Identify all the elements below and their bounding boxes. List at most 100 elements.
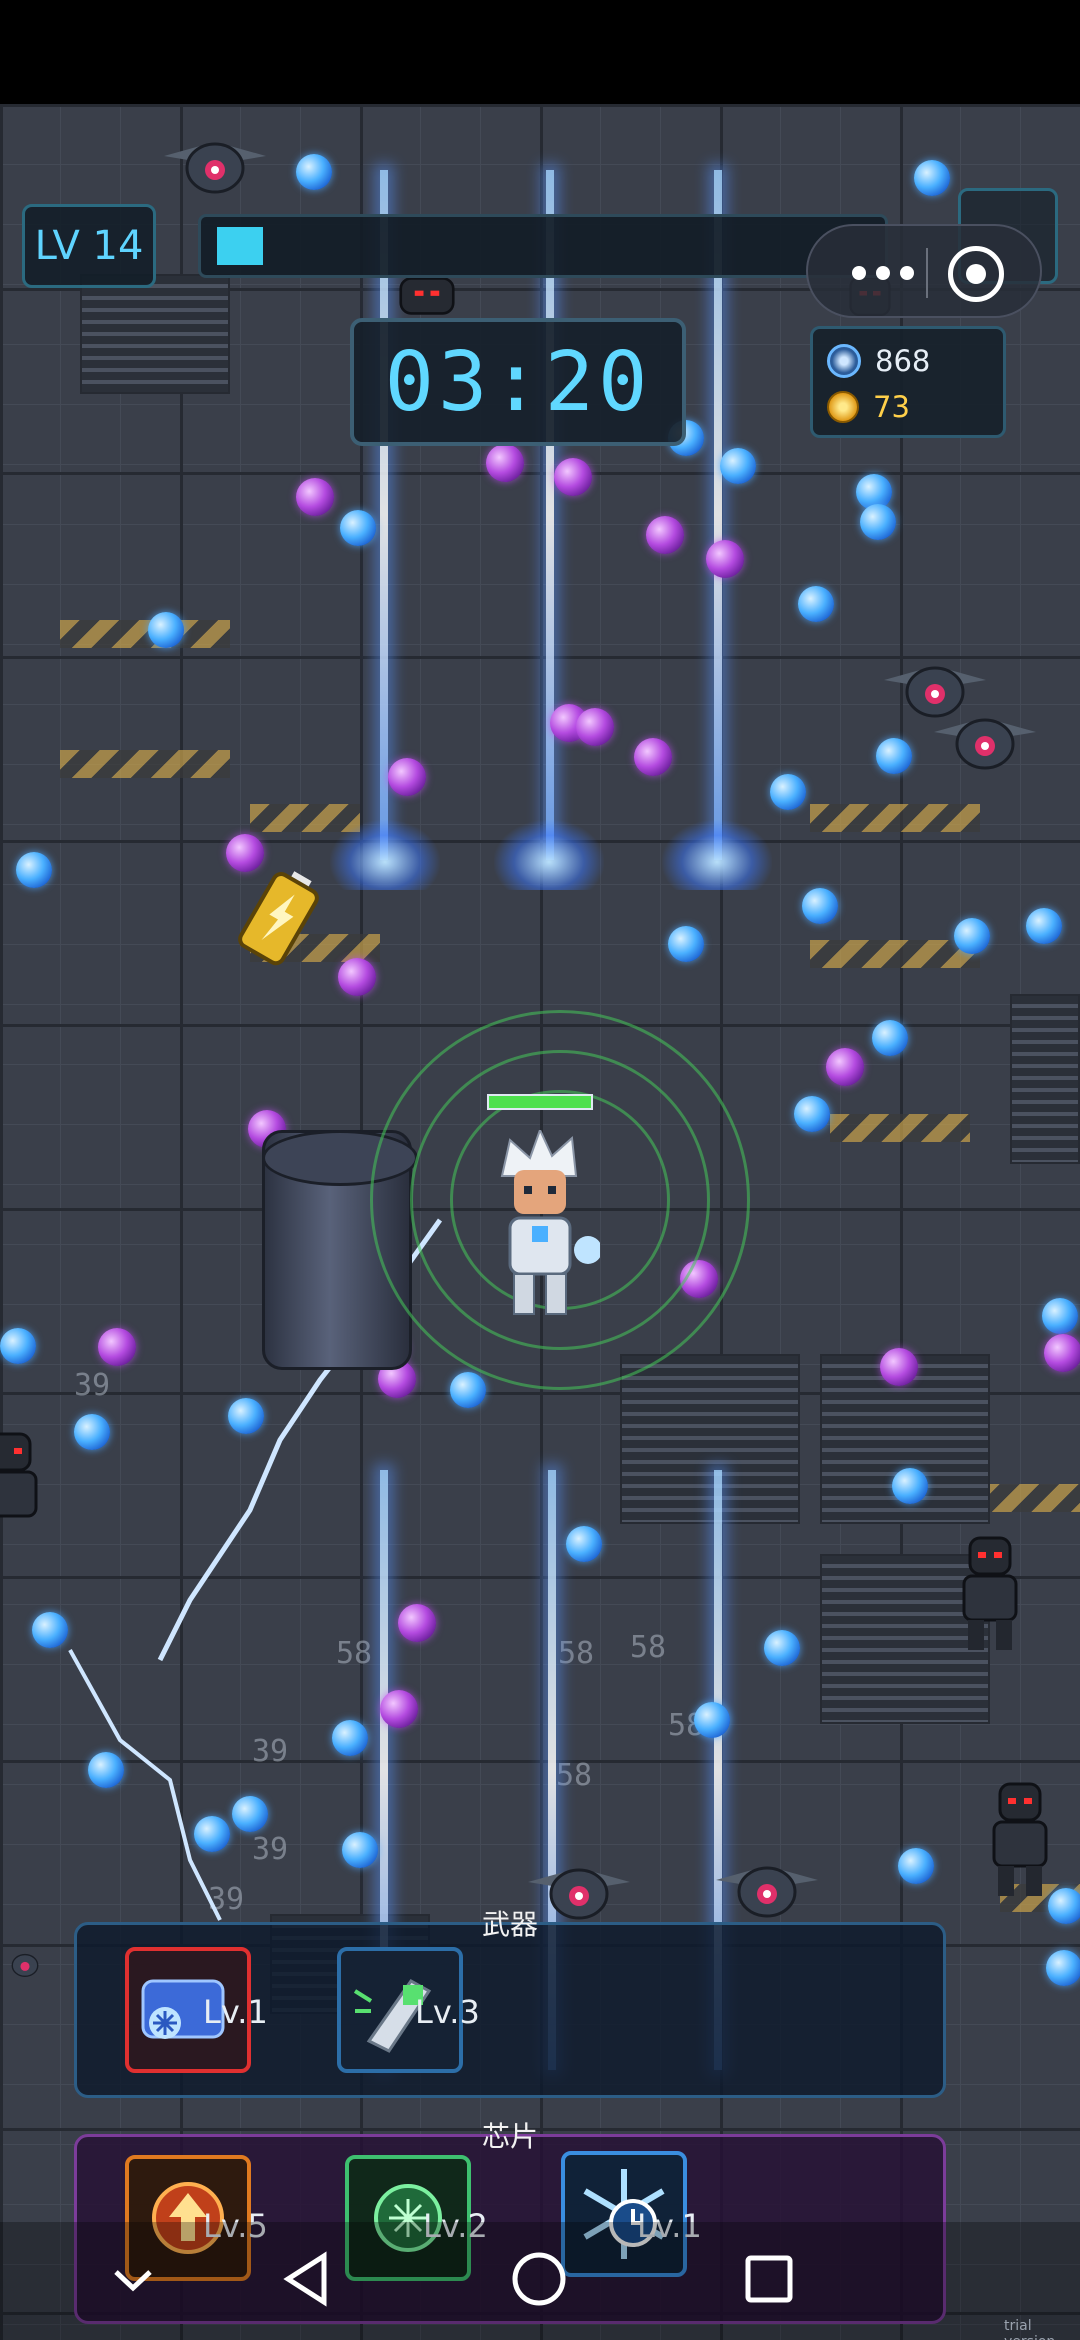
resource-panel: 868 73 [810,326,1006,438]
robot-enemy [399,277,455,315]
xp-orb-blue [148,612,184,648]
survival-timer: 03:20 [350,318,686,446]
hazard-stripe [60,750,230,778]
xp-orb-blue [1042,1298,1078,1334]
status-bar [0,0,1080,104]
xp-orb-purple [826,1048,864,1086]
coin-count: 73 [873,390,910,424]
xp-orb-purple [486,444,524,482]
capsule-divider [926,248,928,298]
xp-orb-blue [296,154,332,190]
player-health-bar [487,1094,593,1110]
hazard-stripe [830,1114,970,1142]
hazard-stripe [810,804,980,832]
robot-enemy [962,1536,1018,1650]
xp-orb-purple [98,1328,136,1366]
back-triangle-icon[interactable] [274,2244,344,2314]
floor-vent [1010,994,1080,1164]
coin-icon [827,391,859,423]
chips-title: 芯片 [481,2120,538,2153]
xp-orb-blue [332,1720,368,1756]
xp-orb-blue [794,1096,830,1132]
system-nav-bar [0,2222,1080,2340]
xp-orb-blue [566,1526,602,1562]
xp-orb-purple [398,1604,436,1642]
weapon-level: Lv.3 [415,1993,480,2031]
xp-orb-purple [576,708,614,746]
xp-orb-blue [1046,1950,1080,1986]
xp-orb-purple [1044,1334,1080,1372]
hazard-stripe [810,940,980,968]
robot-enemy [0,1432,38,1518]
xp-orb-blue [764,1630,800,1666]
xp-orb-purple [296,478,334,516]
weapons-panel: 武器 Lv.1 Lv.3 [74,1908,946,2098]
xp-orb-purple [646,516,684,554]
drone-enemy [164,142,266,194]
xp-orb-blue [872,1020,908,1056]
lightning-impact [662,820,772,890]
weapons-title: 武器 [481,1908,538,1941]
kill-counter: 868 [827,341,930,381]
xp-orb-blue [1026,908,1062,944]
xp-orb-purple [880,1348,918,1386]
xp-orb-blue [88,1752,124,1788]
xp-orb-blue [16,852,52,888]
xp-orb-purple [388,758,426,796]
xp-orb-blue [228,1398,264,1434]
xp-orb-blue [798,586,834,622]
xp-orb-purple [226,834,264,872]
experience-fill [217,227,263,265]
xp-orb-blue [194,1816,230,1852]
lightning-impact [330,820,440,890]
drone-enemy [11,1953,39,1978]
xp-orb-blue [954,918,990,954]
kill-count: 868 [875,344,931,378]
player-level-badge: LV 14 [22,204,156,288]
recents-square-icon[interactable] [734,2244,804,2314]
damage-number: 58 [556,1758,593,1793]
hazard-stripe [980,1484,1080,1512]
xp-orb-blue [340,510,376,546]
xp-orb-blue [232,1796,268,1832]
xp-orb-blue [802,888,838,924]
xp-orb-purple [554,458,592,496]
xp-orb-blue [32,1612,68,1648]
home-circle-icon[interactable] [504,2244,574,2314]
xp-orb-blue [770,774,806,810]
player-hero [500,1130,600,1315]
xp-orb-purple [706,540,744,578]
lightning-impact [494,820,604,890]
robot-enemy [992,1782,1048,1896]
kill-skull-icon [827,344,861,378]
close-mini-program-icon[interactable] [948,246,1004,302]
hazard-stripe [60,620,230,648]
xp-orb-blue [694,1702,730,1738]
xp-orb-blue [720,448,756,484]
experience-track [217,227,869,265]
player-health-fill [489,1096,591,1108]
floor-vent [80,274,230,394]
coin-counter: 73 [827,387,910,427]
drone-enemy [934,718,1036,770]
xp-orb-purple [634,738,672,776]
xp-orb-blue [876,738,912,774]
xp-orb-blue [898,1848,934,1884]
xp-orb-blue [892,1468,928,1504]
damage-number: 58 [630,1630,667,1665]
xp-orb-blue [860,504,896,540]
xp-orb-blue [0,1328,36,1364]
more-dots-icon[interactable] [838,246,928,300]
xp-orb-blue [342,1832,378,1868]
xp-orb-blue [914,160,950,196]
weapon-level: Lv.1 [203,1993,268,2031]
mini-program-capsule [806,224,1042,318]
trial-watermark: trial version [1004,2318,1055,2340]
damage-number: 58 [558,1636,595,1671]
xp-orb-blue [668,926,704,962]
experience-bar [198,214,888,278]
chevron-down-icon[interactable] [98,2244,168,2314]
xp-orb-purple [380,1690,418,1728]
xp-orb-blue [74,1414,110,1450]
xp-orb-purple [338,958,376,996]
